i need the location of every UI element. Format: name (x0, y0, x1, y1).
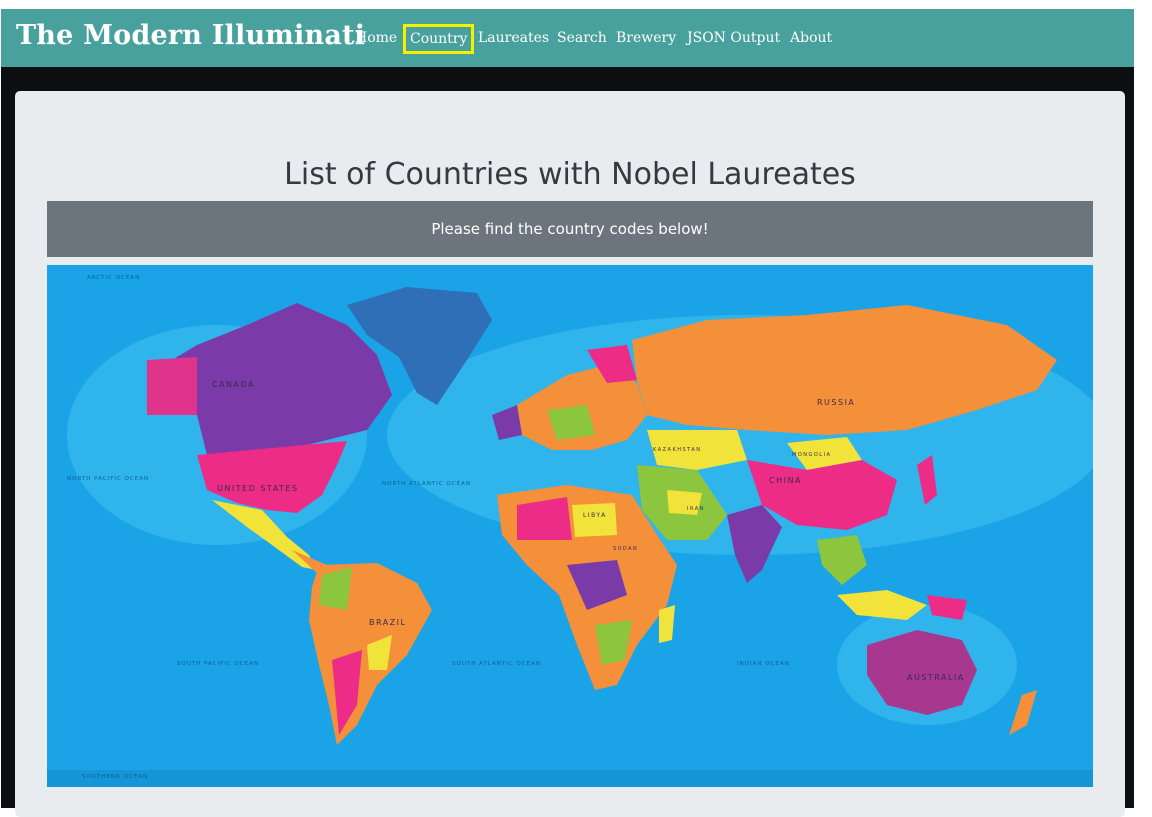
map-label-south-pacific: SOUTH PACIFIC OCEAN (177, 661, 259, 667)
nav-about[interactable]: About (790, 24, 832, 54)
world-map-image: CANADA UNITED STATES BRAZIL RUSSIA CHINA… (47, 265, 1093, 787)
main-jumbotron: List of Countries with Nobel Laureates P… (15, 91, 1125, 817)
nav-country[interactable]: Country (403, 24, 475, 54)
top-navbar: The Modern Illuminati Home Country Laure… (1, 9, 1134, 67)
map-label-north-atlantic: NORTH ATLANTIC OCEAN (382, 481, 471, 487)
map-label-mongolia: MONGOLIA (792, 452, 831, 458)
page-frame: The Modern Illuminati Home Country Laure… (1, 9, 1134, 817)
map-label-kazakhstan: KAZAKHSTAN (653, 447, 702, 453)
map-label-canada: CANADA (212, 380, 255, 389)
map-label-arctic-ocean: ARCTIC OCEAN (87, 275, 140, 281)
world-map-graphic: CANADA UNITED STATES BRAZIL RUSSIA CHINA… (47, 265, 1093, 787)
map-label-russia: RUSSIA (817, 398, 855, 407)
nav-laureates[interactable]: Laureates (478, 24, 549, 54)
map-label-south-atlantic: SOUTH ATLANTIC OCEAN (452, 661, 541, 667)
brand-title[interactable]: The Modern Illuminati (16, 20, 365, 51)
nav-brewery[interactable]: Brewery (616, 24, 676, 54)
map-label-southern-ocean: SOUTHERN OCEAN (82, 774, 148, 780)
map-label-north-pacific: NORTH PACIFIC OCEAN (67, 476, 149, 482)
nav-search[interactable]: Search (557, 24, 607, 54)
map-label-brazil: BRAZIL (369, 618, 407, 627)
map-label-australia: AUSTRALIA (907, 673, 965, 682)
map-label-china: CHINA (769, 476, 802, 485)
map-label-indian-ocean: INDIAN OCEAN (737, 661, 790, 667)
map-label-sudan: SUDAN (613, 546, 638, 552)
map-label-usa: UNITED STATES (217, 484, 299, 493)
page-title: List of Countries with Nobel Laureates (284, 157, 856, 192)
map-label-iran: IRAN (687, 506, 705, 512)
info-banner: Please find the country codes below! (47, 201, 1093, 257)
map-label-libya: LIBYA (583, 512, 607, 519)
nav-home[interactable]: Home (355, 24, 397, 54)
nav-json-output[interactable]: JSON Output (687, 24, 780, 54)
